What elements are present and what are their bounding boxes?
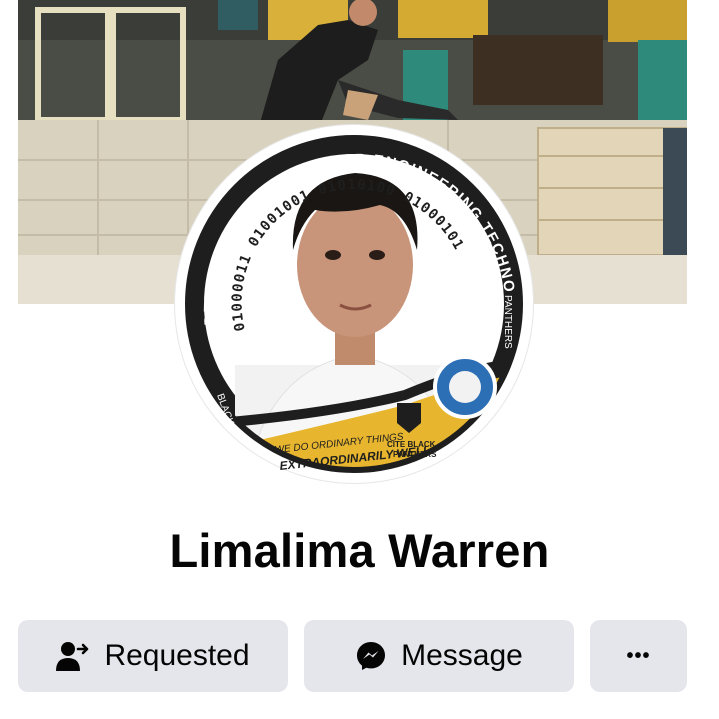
message-button[interactable]: Message — [304, 620, 574, 692]
person-requested-icon — [56, 642, 89, 671]
profile-picture[interactable]: DEPARTMENT OF COMPUTER ENGINEERING TECHN… — [175, 125, 533, 483]
profile-name: Limalima Warren — [169, 524, 550, 577]
requested-label: Requested — [104, 639, 250, 672]
frame-side-right: PANTHERS — [502, 295, 513, 349]
more-button[interactable]: ••• — [590, 620, 687, 692]
messenger-icon — [357, 642, 386, 670]
profile-frame: DEPARTMENT OF COMPUTER ENGINEERING TECHN… — [175, 125, 523, 473]
more-dots-icon: ••• — [626, 644, 651, 667]
message-label: Message — [401, 639, 523, 672]
requested-button[interactable]: Requested — [18, 620, 288, 692]
